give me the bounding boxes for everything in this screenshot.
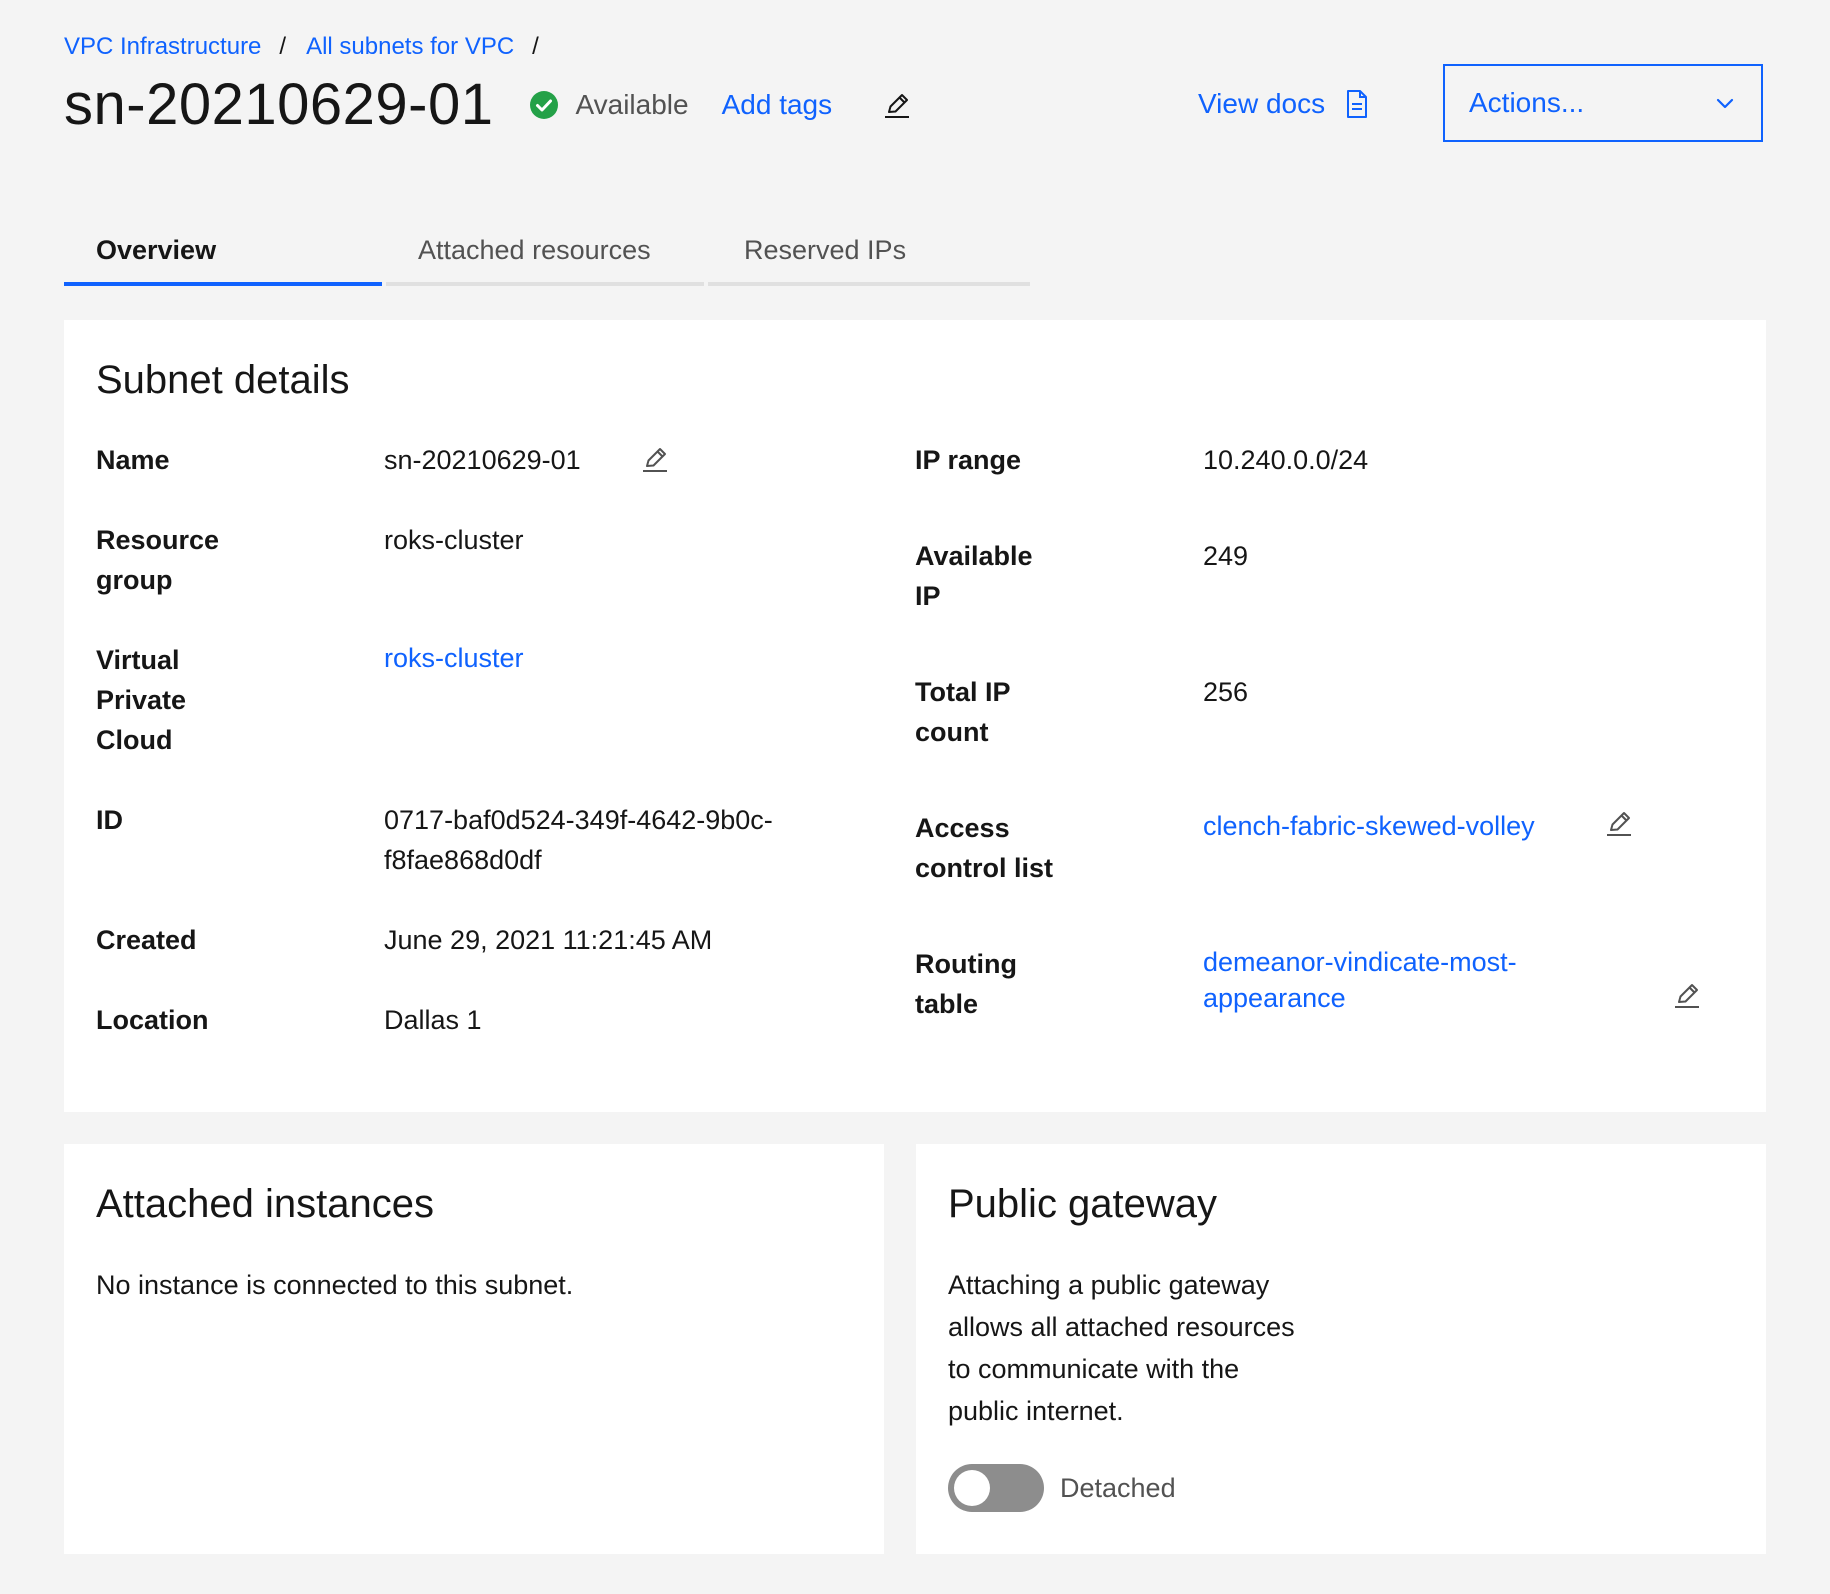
public-gateway-description-line2: allows all attached resources xyxy=(948,1312,1295,1342)
created-value: June 29, 2021 11:21:45 AM xyxy=(384,925,713,955)
chevron-down-icon xyxy=(1713,91,1737,115)
breadcrumb-vpc-infrastructure[interactable]: VPC Infrastructure xyxy=(64,30,261,64)
tab-reserved-ips[interactable]: Reserved IPs xyxy=(708,220,1030,286)
available-ip-label-line1: Available xyxy=(915,541,1033,571)
available-ip-value: 249 xyxy=(1203,541,1249,571)
public-gateway-description-line1: Attaching a public gateway xyxy=(948,1270,1270,1300)
status-text: Available xyxy=(575,89,689,120)
tab-overview[interactable]: Overview xyxy=(64,220,382,286)
id-value-line1: 0717-baf0d524-349f-4642-9b0c- xyxy=(384,805,773,835)
routing-table-label-line2: table xyxy=(915,989,979,1019)
available-ip-label-line2: IP xyxy=(915,581,941,611)
total-ip-label-line1: Total IP xyxy=(915,677,1011,707)
breadcrumb: VPC Infrastructure / All subnets for VPC… xyxy=(64,30,559,64)
total-ip-label-line2: count xyxy=(915,717,989,747)
status-badge: Available xyxy=(529,89,689,121)
tab-list: Overview Attached resources Reserved IPs xyxy=(64,220,1034,286)
location-label: Location xyxy=(96,1005,209,1035)
routing-table-label-line1: Routing xyxy=(915,949,1017,979)
vpc-label-line3: Cloud xyxy=(96,725,173,755)
toggle-knob xyxy=(954,1470,990,1506)
routing-table-link-line2[interactable]: appearance xyxy=(1203,978,1346,1018)
add-tags-link[interactable]: Add tags xyxy=(722,89,833,121)
attached-instances-message: No instance is connected to this subnet. xyxy=(96,1270,574,1300)
actions-label: Actions... xyxy=(1469,87,1585,118)
breadcrumb-separator: / xyxy=(279,33,287,60)
acl-link[interactable]: clench-fabric-skewed-volley xyxy=(1203,806,1535,846)
view-docs-link[interactable]: View docs xyxy=(1198,84,1369,124)
title-row: sn-20210629-01 Available Add tags xyxy=(64,68,912,142)
ip-range-value: 10.240.0.0/24 xyxy=(1203,445,1369,475)
actions-dropdown[interactable]: Actions... xyxy=(1443,64,1763,142)
resource-group-value: roks-cluster xyxy=(384,525,524,555)
ip-range-label: IP range xyxy=(915,445,1022,475)
acl-label-line1: Access xyxy=(915,813,1010,843)
attached-instances-card: Attached instances No instance is connec… xyxy=(64,1144,884,1554)
id-label: ID xyxy=(96,805,123,835)
edit-title-icon[interactable] xyxy=(882,90,912,120)
id-value-line2: f8fae868d0df xyxy=(384,845,542,875)
public-gateway-description-line3: to communicate with the xyxy=(948,1354,1240,1384)
vpc-link[interactable]: roks-cluster xyxy=(384,638,524,678)
location-value: Dallas 1 xyxy=(384,1005,482,1035)
subnet-details-page: VPC Infrastructure / All subnets for VPC… xyxy=(0,0,1830,1594)
public-gateway-card: Public gateway Attaching a public gatewa… xyxy=(916,1144,1766,1554)
edit-name-icon[interactable] xyxy=(640,444,670,474)
view-docs-label: View docs xyxy=(1198,88,1326,119)
breadcrumb-separator: / xyxy=(532,33,539,60)
created-label: Created xyxy=(96,925,197,955)
vpc-label-line1: Virtual xyxy=(96,645,180,675)
name-label: Name xyxy=(96,445,170,475)
attached-instances-title: Attached instances xyxy=(96,1182,434,1226)
checkmark-filled-icon xyxy=(529,90,559,120)
page-title: sn-20210629-01 xyxy=(64,72,494,137)
public-gateway-toggle-label: Detached xyxy=(1060,1472,1176,1503)
edit-routing-table-icon[interactable] xyxy=(1672,980,1702,1010)
breadcrumb-all-subnets[interactable]: All subnets for VPC xyxy=(306,30,514,64)
tab-attached-resources[interactable]: Attached resources xyxy=(386,220,704,286)
vpc-label-line2: Private xyxy=(96,685,187,715)
routing-table-link-line1[interactable]: demeanor-vindicate-most- xyxy=(1203,942,1517,982)
public-gateway-description-line4: public internet. xyxy=(948,1396,1124,1426)
document-icon xyxy=(1345,89,1369,119)
total-ip-value: 256 xyxy=(1203,677,1249,707)
resource-group-label-line1: Resource xyxy=(96,525,220,555)
public-gateway-toggle-row: Detached xyxy=(948,1464,1176,1512)
public-gateway-title: Public gateway xyxy=(948,1182,1218,1226)
name-value: sn-20210629-01 xyxy=(384,445,581,475)
public-gateway-toggle[interactable] xyxy=(948,1464,1044,1512)
subnet-details-card: Subnet details Name sn-20210629-01 Resou… xyxy=(64,320,1766,1112)
resource-group-label-line2: group xyxy=(96,565,173,595)
acl-label-line2: control list xyxy=(915,853,1054,883)
subnet-details-title: Subnet details xyxy=(96,358,350,402)
edit-acl-icon[interactable] xyxy=(1604,808,1634,838)
